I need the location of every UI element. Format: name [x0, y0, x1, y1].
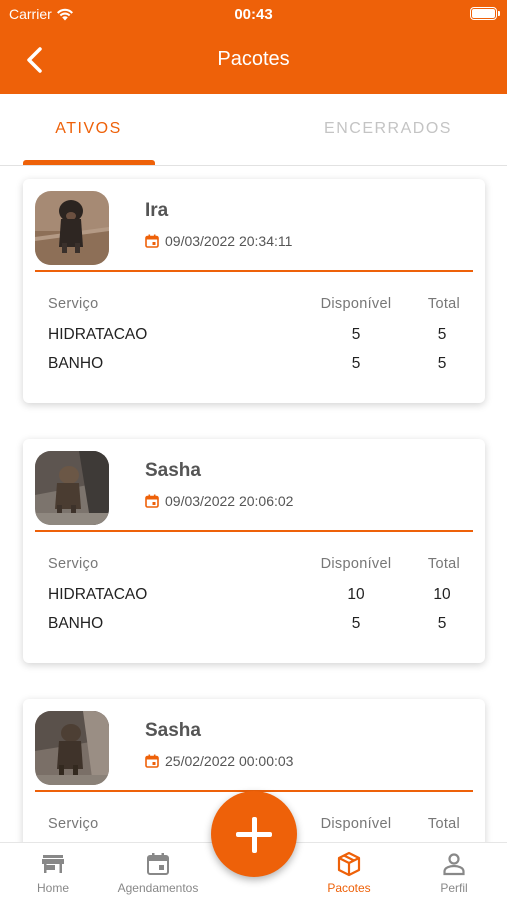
nav-label: Pacotes [327, 881, 371, 895]
header-total: Total [427, 816, 461, 832]
service-name: HIDRATACAO [48, 326, 148, 343]
package-card[interactable]: Sasha 09/03/2022 20:06:02 Serviço Dispon… [23, 439, 485, 663]
pet-name: Ira [145, 200, 169, 221]
card-divider [35, 530, 473, 532]
page-title: Pacotes [217, 48, 290, 70]
header-service: Serviço [48, 296, 99, 312]
date-text: 25/02/2022 00:00:03 [165, 753, 294, 769]
status-bar: Carrier 00:43 [0, 0, 507, 30]
package-date: 09/03/2022 20:06:02 [145, 493, 293, 509]
table-header: Serviço Disponível Total [48, 296, 460, 326]
header-service: Serviço [48, 816, 99, 832]
header-available: Disponível [320, 556, 392, 572]
plus-icon-stroke [251, 816, 257, 853]
table-header: Serviço Disponível Total [48, 556, 460, 586]
active-tab-indicator [23, 160, 155, 165]
calendar-icon [145, 234, 159, 248]
dog-photo-icon [35, 711, 109, 785]
calendar-icon [145, 494, 159, 508]
pet-name: Sasha [145, 720, 201, 741]
pet-avatar [35, 451, 109, 525]
dog-photo-icon [35, 191, 109, 265]
service-total: 5 [437, 615, 447, 632]
nav-agendamentos[interactable]: Agendamentos [108, 843, 208, 900]
service-total: 5 [437, 326, 447, 343]
app-header: Carrier 00:43 Pacotes [0, 0, 507, 94]
tab-ativos[interactable]: ATIVOS [0, 94, 177, 166]
services-table: Serviço Disponível Total HIDRATACAO 5 5 … [48, 296, 460, 384]
table-row: BANHO 5 5 [48, 615, 460, 644]
table-row: HIDRATACAO 5 5 [48, 326, 460, 355]
date-text: 09/03/2022 20:34:11 [165, 233, 293, 249]
nav-label: Perfil [440, 881, 468, 895]
dog-photo-icon [35, 451, 109, 525]
header-total: Total [427, 296, 461, 312]
add-package-button[interactable] [211, 791, 297, 877]
services-table: Serviço Disponível Total HIDRATACAO 10 1… [48, 556, 460, 644]
date-text: 09/03/2022 20:06:02 [165, 493, 294, 509]
nav-label: Home [36, 881, 69, 895]
pet-avatar [35, 191, 109, 265]
service-name: BANHO [48, 355, 104, 372]
tab-bar: ATIVOS ENCERRADOS [0, 94, 507, 166]
service-available: 10 [347, 586, 365, 603]
service-name: BANHO [48, 615, 104, 632]
service-name: HIDRATACAO [48, 586, 148, 603]
header-available: Disponível [320, 296, 392, 312]
status-time: 00:43 [234, 6, 273, 23]
package-icon [337, 851, 361, 877]
calendar-icon [147, 853, 169, 875]
pet-avatar [35, 711, 109, 785]
tab-encerrados[interactable]: ENCERRADOS [288, 94, 488, 166]
header-service: Serviço [48, 556, 99, 572]
package-list[interactable]: Ira 09/03/2022 20:34:11 Serviço Disponív… [0, 166, 507, 842]
service-total: 5 [437, 355, 447, 372]
store-icon [42, 855, 64, 873]
service-available: 5 [351, 326, 361, 343]
nav-label: Agendamentos [117, 881, 199, 895]
nav-home[interactable]: Home [24, 843, 82, 900]
table-row: HIDRATACAO 10 10 [48, 586, 460, 615]
service-total: 10 [433, 586, 451, 603]
service-available: 5 [351, 355, 361, 372]
calendar-icon [145, 754, 159, 768]
package-date: 09/03/2022 20:34:11 [145, 233, 292, 249]
table-row: BANHO 5 5 [48, 355, 460, 384]
person-icon [443, 853, 465, 876]
nav-perfil[interactable]: Perfil [428, 843, 480, 900]
package-date: 25/02/2022 00:00:03 [145, 753, 293, 769]
pet-name: Sasha [145, 460, 201, 481]
battery-icon [470, 7, 500, 20]
nav-pacotes[interactable]: Pacotes [318, 843, 380, 900]
card-divider [35, 270, 473, 272]
service-available: 5 [351, 615, 361, 632]
header-total: Total [427, 556, 461, 572]
package-card[interactable]: Ira 09/03/2022 20:34:11 Serviço Disponív… [23, 179, 485, 403]
header-available: Disponível [320, 816, 392, 832]
